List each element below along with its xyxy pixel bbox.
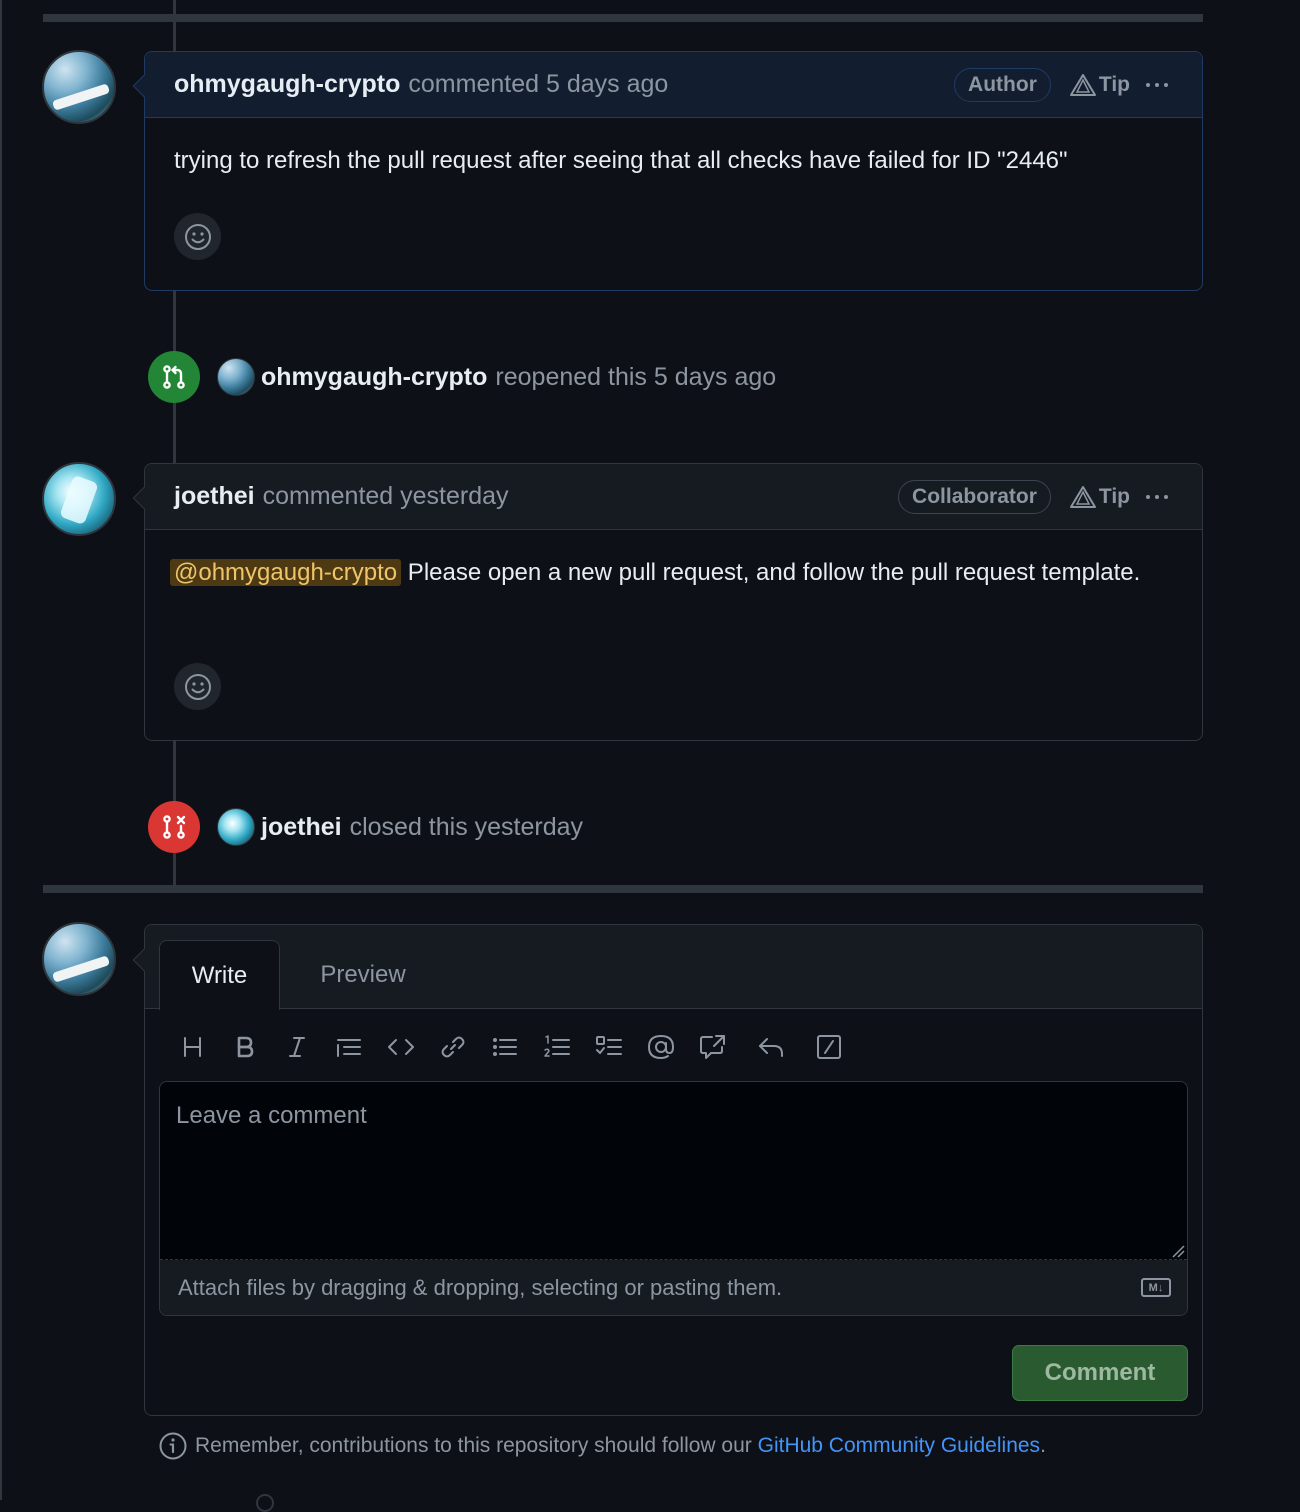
link-icon[interactable]: [427, 1029, 479, 1065]
italic-icon[interactable]: [271, 1029, 323, 1065]
comment-pointer: [132, 486, 156, 510]
comment-card: ohmygaugh-crypto commented 5 days ago Au…: [132, 51, 1203, 291]
comment-body: @ohmygaugh-crypto Please open a new pull…: [145, 530, 1202, 592]
slash-commands-icon[interactable]: [803, 1029, 855, 1065]
editor-tabs: Write Preview: [132, 925, 1202, 1010]
tip-label: Tip: [1098, 73, 1130, 96]
avatar[interactable]: [42, 462, 116, 536]
comment-pointer: [132, 74, 156, 98]
timeline-bottom-separator: [43, 885, 1203, 893]
partial-icon: [256, 1494, 274, 1512]
heading-icon[interactable]: [167, 1029, 219, 1065]
comment-timestamp[interactable]: commented yesterday: [263, 482, 509, 511]
page-edge: [0, 0, 2, 1500]
comment-textarea-container: Attach files by dragging & dropping, sel…: [159, 1081, 1188, 1316]
comment-card: joethei commented yesterday Collaborator…: [132, 463, 1203, 741]
smiley-icon: [184, 673, 211, 700]
current-user-avatar[interactable]: [42, 922, 116, 996]
avatar[interactable]: [42, 50, 116, 124]
tab-preview[interactable]: Preview: [305, 940, 421, 1010]
git-pull-request-icon: [148, 351, 200, 403]
event-actor-avatar[interactable]: [217, 358, 255, 396]
timeline-top-separator: [43, 14, 1203, 22]
tip-button[interactable]: Tip: [1069, 485, 1130, 509]
alert-triangle-icon: [1069, 74, 1096, 96]
cross-reference-icon[interactable]: [687, 1029, 739, 1065]
event-description: reopened this 5 days ago: [495, 362, 777, 391]
comment-body: trying to refresh the pull request after…: [174, 147, 1068, 174]
guidelines-prefix: Remember, contributions to this reposito…: [195, 1434, 758, 1457]
new-comment-form: Write Preview Attach files by dragging &…: [132, 924, 1203, 1416]
guidelines-suffix: .: [1040, 1434, 1046, 1457]
comment-body-text: Please open a new pull request, and foll…: [401, 559, 1141, 586]
code-icon[interactable]: [375, 1029, 427, 1065]
user-mention-link[interactable]: @ohmygaugh-crypto: [170, 559, 402, 586]
ordered-list-icon[interactable]: [531, 1029, 583, 1065]
markdown-toolbar: [167, 1029, 855, 1065]
add-reaction-button[interactable]: [174, 663, 221, 710]
attach-files-bar[interactable]: Attach files by dragging & dropping, sel…: [160, 1260, 1187, 1315]
task-list-icon[interactable]: [583, 1029, 635, 1065]
comment-author-link[interactable]: joethei: [174, 482, 255, 511]
timeline-event-reopened: ohmygaugh-crypto reopened this 5 days ag…: [148, 351, 776, 403]
git-pull-request-closed-icon: [148, 801, 200, 853]
author-badge: Author: [954, 68, 1051, 102]
reply-icon[interactable]: [745, 1029, 797, 1065]
bold-icon[interactable]: [219, 1029, 271, 1065]
tab-write[interactable]: Write: [159, 940, 280, 1010]
comment-textarea[interactable]: [160, 1082, 1187, 1260]
comment-author-link[interactable]: ohmygaugh-crypto: [174, 70, 400, 99]
collaborator-badge: Collaborator: [898, 480, 1051, 514]
comment-submit-button[interactable]: Comment: [1012, 1345, 1188, 1401]
comment-header: ohmygaugh-crypto commented 5 days ago Au…: [132, 52, 1202, 118]
event-actor-link[interactable]: ohmygaugh-crypto: [261, 363, 487, 392]
community-guidelines-link[interactable]: GitHub Community Guidelines: [758, 1434, 1040, 1458]
editor-pointer: [132, 948, 156, 972]
kebab-menu-icon[interactable]: [1146, 83, 1168, 87]
tip-label: Tip: [1098, 485, 1130, 508]
timeline-event-closed: joethei closed this yesterday: [148, 801, 583, 853]
event-actor-link[interactable]: joethei: [261, 813, 342, 842]
markdown-icon[interactable]: M↓: [1141, 1278, 1171, 1297]
info-icon: [159, 1432, 187, 1460]
event-actor-avatar[interactable]: [217, 808, 255, 846]
mention-icon[interactable]: [635, 1029, 687, 1065]
attach-files-text: Attach files by dragging & dropping, sel…: [178, 1274, 783, 1300]
comment-timestamp[interactable]: commented 5 days ago: [408, 70, 668, 99]
event-description: closed this yesterday: [349, 812, 584, 841]
smiley-icon: [184, 223, 211, 250]
comment-header: joethei commented yesterday Collaborator…: [132, 464, 1202, 530]
quote-icon[interactable]: [323, 1029, 375, 1065]
unordered-list-icon[interactable]: [479, 1029, 531, 1065]
add-reaction-button[interactable]: [174, 213, 221, 260]
resize-handle-icon[interactable]: [1171, 1244, 1185, 1258]
community-guidelines-note: Remember, contributions to this reposito…: [158, 1431, 1046, 1461]
alert-triangle-icon: [1069, 486, 1096, 508]
kebab-menu-icon[interactable]: [1146, 495, 1168, 499]
tip-button[interactable]: Tip: [1069, 73, 1130, 97]
